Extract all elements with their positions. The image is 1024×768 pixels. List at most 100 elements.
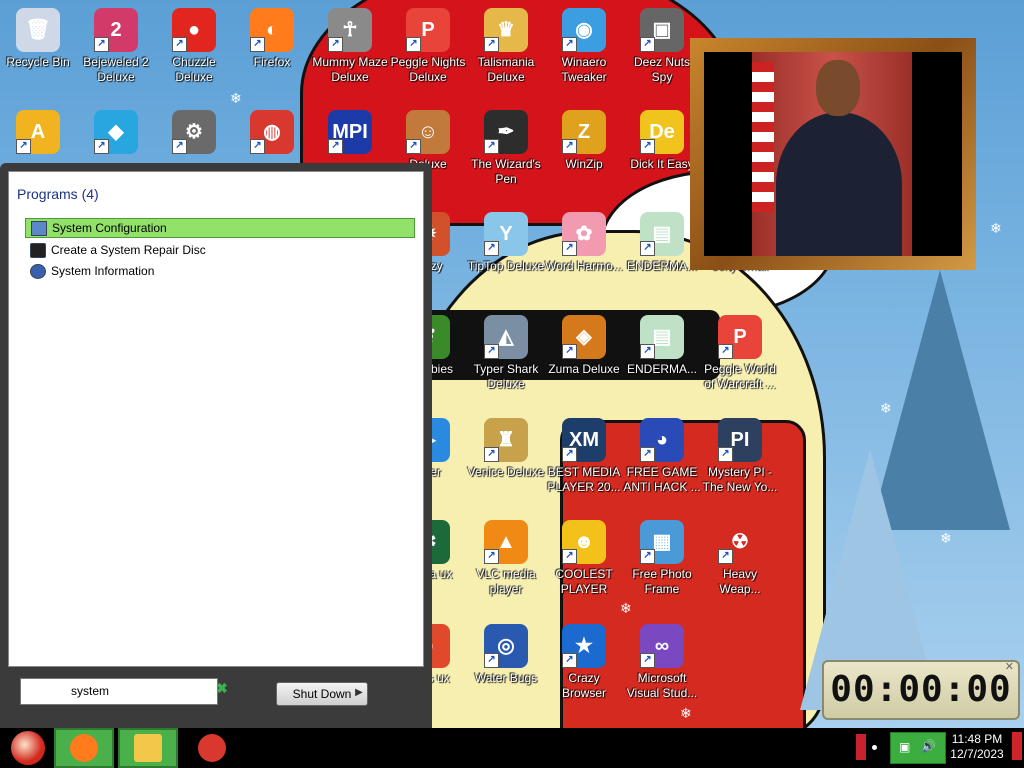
tray-clock[interactable]: 11:48 PM 12/7/2023 [944,732,1010,762]
water-bugs-icon: ◎ ↗ [484,624,528,668]
desktop-icon[interactable]: MPI ↗ [311,110,389,157]
desktop-icon[interactable]: ● ↗ Chuzzle Deluxe [155,8,233,85]
heavy-weapon-icon: ☢ ↗ [718,520,762,564]
desktop-icon[interactable]: ◉ ↗ Winaero Tweaker [545,8,623,85]
desktop-icon-label: Peggle Nights Deluxe [390,55,466,84]
snowflake: ❄ [880,400,892,416]
start-button[interactable] [6,728,50,768]
shortcut-arrow-icon: ↗ [562,344,577,359]
enderman-icon: ▤ ↗ [640,212,684,256]
firefox-icon: ◐ ↗ [250,8,294,52]
desktop-icon[interactable]: P ↗ Peggle World of Warcraft ... [701,315,779,392]
desktop-icon[interactable]: XM ↗ BEST MEDIA PLAYER 20... [545,418,623,495]
taskbar-chrome-button[interactable] [182,728,242,768]
desktop-icon[interactable]: ⚙ ↗ [155,110,233,157]
recycle-bin-icon: 🗑 [16,8,60,52]
desktop-icon[interactable]: ◆ ↗ [77,110,155,157]
desktop-icon-label: The Wizard's Pen [471,157,541,186]
clock-digits: 00:00:00 [830,669,1012,710]
close-icon[interactable]: ✕ [1005,660,1014,673]
tray-icons[interactable]: ▣ 🔊 [890,732,946,764]
desktop-icon[interactable]: ♜ ↗ Venice Deluxe [467,418,545,480]
diamond-icon: ◆ ↗ [94,110,138,154]
desktop-icon-label: Talismania Deluxe [477,55,535,84]
desktop-icon[interactable]: 2 ↗ Bejeweled 2 Deluxe [77,8,155,85]
photo-frame-gadget[interactable] [690,38,976,270]
desktop-icon[interactable]: ◍ ↗ [233,110,311,157]
shortcut-arrow-icon: ↗ [172,37,187,52]
desktop-icon[interactable]: ▤ ↗ ENDERMA... [623,315,701,377]
desktop-icon[interactable]: ◐ ↗ Firefox [233,8,311,70]
word-harmony-icon: ✿ ↗ [562,212,606,256]
talismania-icon: ♛ ↗ [484,8,528,52]
result-label: System Configuration [52,221,167,235]
desktop-icon[interactable]: ◈ ↗ Zuma Deluxe [545,315,623,377]
desktop-icon[interactable]: Y ↗ TipTop Deluxe [467,212,545,274]
result-create-system-repair-disc[interactable]: Create a System Repair Disc [25,240,415,260]
desktop-icon[interactable]: ✿ ↗ Word Harmo... [545,212,623,274]
desktop-icon[interactable]: ✒ ↗ The Wizard's Pen [467,110,545,187]
taskbar-firefox-button[interactable] [54,728,114,768]
chuzzle-icon: ● ↗ [172,8,216,52]
start-search-input[interactable]: system [20,678,218,705]
result-system-information[interactable]: System Information [25,261,415,281]
photo-person-suit [776,112,902,256]
xmplay-icon: XM ↗ [562,418,606,462]
desktop-icon-label: Winaero Tweaker [561,55,607,84]
clear-search-icon[interactable]: ✖ [216,680,228,697]
desktop-icon-label: Firefox [253,55,291,69]
desktop-icon-label: Venice Deluxe [467,465,545,479]
desktop-icon[interactable]: ◕ ↗ FREE GAME ANTI HACK ... [623,418,701,495]
snowflake: ❄ [990,220,1002,236]
tray-dot-icon [872,745,877,750]
shortcut-arrow-icon: ↗ [328,37,343,52]
desktop-icon[interactable]: ☻ ↗ COOLEST PLAYER [545,520,623,597]
desktop-icon-label: Typer Shark Deluxe [473,362,539,391]
snowflake: ❄ [620,600,632,616]
desktop-icon[interactable]: Z ↗ WinZip [545,110,623,172]
shortcut-arrow-icon: ↗ [484,653,499,668]
desktop-icon[interactable]: ▲ ↗ VLC media player [467,520,545,597]
desktop-icon[interactable]: ☢ ↗ Heavy Weap... [701,520,779,597]
desktop-icon[interactable]: ∞ ↗ Microsoft Visual Stud... [623,624,701,701]
desktop-icon[interactable]: P ↗ Peggle Nights Deluxe [389,8,467,85]
desktop-icon[interactable]: A ↗ [0,110,77,157]
taskbar-explorer-button[interactable] [118,728,178,768]
desktop-icon[interactable]: ★ ↗ Crazy Browser [545,624,623,701]
aimp-icon: A ↗ [16,110,60,154]
photo [704,52,962,256]
volume-icon[interactable]: 🔊 [921,739,936,753]
desktop-icon-label: Recycle Bin [6,55,70,69]
action-center-flag-icon[interactable] [856,734,866,760]
network-icon[interactable]: ▣ [899,740,910,754]
bejeweled-icon: 2 ↗ [94,8,138,52]
result-system-configuration[interactable]: System Configuration [25,218,415,238]
desktop-icon-label: WinZip [565,157,603,171]
desktop-icon[interactable]: ♛ ↗ Talismania Deluxe [467,8,545,85]
desktop-icon[interactable]: 🗑 Recycle Bin [0,8,77,70]
photo-person-head [816,60,860,116]
desktop-icon[interactable]: ▦ ↗ Free Photo Frame [623,520,701,597]
coolest-player-icon: ☻ ↗ [562,520,606,564]
shortcut-arrow-icon: ↗ [640,344,655,359]
winzip-icon: Z ↗ [562,110,606,154]
shortcut-arrow-icon: ↗ [562,653,577,668]
desktop-icon[interactable]: ◎ ↗ Water Bugs [467,624,545,686]
desktop-icon[interactable]: ☥ ↗ Mummy Maze Deluxe [311,8,389,85]
desktop-icon[interactable]: ◭ ↗ Typer Shark Deluxe [467,315,545,392]
mpi-icon: MPI ↗ [328,110,372,154]
chrome-icon: ◍ ↗ [250,110,294,154]
shortcut-arrow-icon: ↗ [640,139,655,154]
shortcut-arrow-icon: ↗ [94,139,109,154]
shortcut-arrow-icon: ↗ [484,549,499,564]
shutdown-options-arrow-icon[interactable]: ▶ [352,682,366,704]
typer-shark-icon: ◭ ↗ [484,315,528,359]
photo-flag [752,62,774,212]
show-desktop-button[interactable] [1012,732,1022,760]
clock-gadget[interactable]: ✕ 00:00:00 [822,660,1020,720]
desktop-icon[interactable]: PI ↗ Mystery PI - The New Yo... [701,418,779,495]
desktop-icon-label: COOLEST PLAYER [555,567,613,596]
shortcut-arrow-icon: ↗ [718,549,733,564]
snowflake: ❄ [680,705,692,721]
venice-icon: ♜ ↗ [484,418,528,462]
